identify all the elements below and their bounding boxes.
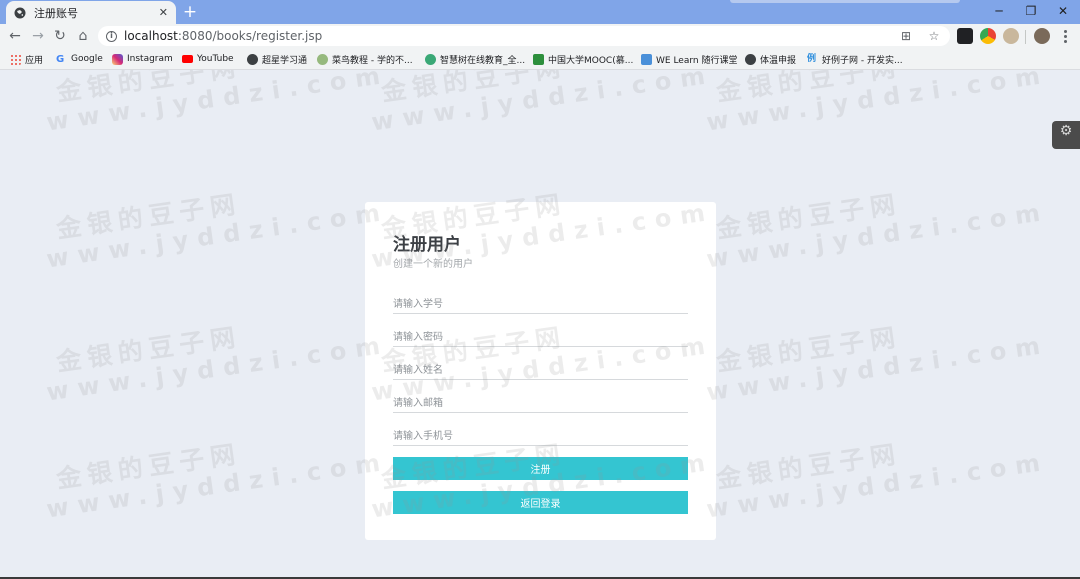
globe-icon xyxy=(14,7,26,18)
watermark: 金银的豆子网www.jyddzi.com xyxy=(704,189,1051,274)
new-tab-button[interactable]: + xyxy=(180,2,200,22)
watermark: 金银的豆子网www.jyddzi.com xyxy=(44,439,391,524)
bookmark-label: 好例子网 - 开发实... xyxy=(822,55,903,66)
student-id-input[interactable] xyxy=(393,283,688,314)
welearn-icon xyxy=(641,53,652,65)
bookmark-label: Instagram xyxy=(127,54,173,64)
bookmark-zhihuishu[interactable]: 智慧树在线教育_全... xyxy=(425,52,525,66)
page-subtitle: 创建一个新的用户 xyxy=(393,259,473,270)
bookmark-star-icon[interactable]: ☆ xyxy=(926,28,942,44)
chrome-extension-icon[interactable] xyxy=(980,28,996,44)
apps-grid-icon xyxy=(10,53,21,65)
instagram-icon xyxy=(112,53,123,65)
titlebar-notch xyxy=(730,0,960,3)
browser-titlebar: 注册账号 ✕ + ─ ❐ ✕ xyxy=(0,0,1080,24)
avatar[interactable] xyxy=(1034,28,1050,44)
home-icon[interactable]: ⌂ xyxy=(74,27,92,45)
address-bar[interactable]: i localhost:8080/books/register.jsp ⊞ ☆ xyxy=(98,26,950,46)
bookmark-label: 智慧树在线教育_全... xyxy=(440,55,526,66)
bookmark-label: YouTube xyxy=(197,54,234,64)
watermark: 金银的豆子网www.jyddzi.com xyxy=(44,322,391,407)
browser-tab[interactable]: 注册账号 ✕ xyxy=(6,1,176,24)
haolizi-icon: 例 xyxy=(807,53,817,64)
runoob-icon xyxy=(317,53,328,65)
bookmark-label: 超星学习通 xyxy=(262,55,308,66)
page-title: 注册用户 xyxy=(393,235,461,255)
bookmark-runoob[interactable]: 菜鸟教程 - 学的不... xyxy=(317,52,413,66)
restore-button[interactable]: ❐ xyxy=(1014,0,1048,22)
globe-icon xyxy=(247,53,258,65)
address-path: :8080/books/register.jsp xyxy=(177,29,323,43)
minimize-button[interactable]: ─ xyxy=(982,0,1016,22)
toolbar-divider xyxy=(1025,30,1026,44)
back-to-login-button[interactable]: 返回登录 xyxy=(393,491,688,514)
back-arrow-icon[interactable]: ← xyxy=(6,27,24,45)
youtube-icon xyxy=(182,55,193,63)
bookmark-label: 中国大学MOOC(慕... xyxy=(548,55,634,66)
globe-icon xyxy=(745,53,756,65)
phone-input[interactable] xyxy=(393,415,688,446)
google-icon: G xyxy=(56,53,65,65)
bookmark-label: 体温申报 xyxy=(760,55,797,66)
bookmark-haolizi[interactable]: 例 好例子网 - 开发实... xyxy=(807,52,903,66)
tab-close-icon[interactable]: ✕ xyxy=(159,7,168,18)
watermark: 金银的豆子网www.jyddzi.com xyxy=(44,70,391,137)
bookmark-label: WE Learn 随行课堂 xyxy=(656,55,738,66)
bookmark-temperature[interactable]: 体温申报 xyxy=(745,52,796,66)
bookmarks-bar: 应用 G Google Instagram YouTube 超星学习通 菜鸟教程… xyxy=(0,48,1080,70)
watermark: 金银的豆子网www.jyddzi.com xyxy=(369,70,716,137)
register-card: 注册用户 创建一个新的用户 注册 返回登录 xyxy=(365,202,716,540)
address-host: localhost xyxy=(124,29,178,43)
watermark: 金银的豆子网www.jyddzi.com xyxy=(704,439,1051,524)
password-input[interactable] xyxy=(393,316,688,347)
register-button[interactable]: 注册 xyxy=(393,457,688,480)
reload-icon[interactable]: ↻ xyxy=(51,27,69,45)
bookmark-google[interactable]: G Google xyxy=(56,52,103,66)
extension-icon[interactable] xyxy=(957,28,973,44)
translate-icon[interactable]: ⊞ xyxy=(898,28,914,44)
browser-toolbar: ← → ↻ ⌂ i localhost:8080/books/register.… xyxy=(0,24,1080,48)
info-icon[interactable]: i xyxy=(106,30,117,42)
bookmark-label: Google xyxy=(71,54,103,64)
mooc-icon xyxy=(533,53,544,65)
name-input[interactable] xyxy=(393,349,688,380)
gear-icon[interactable]: ⚙ xyxy=(1052,121,1080,149)
watermark: 金银的豆子网www.jyddzi.com xyxy=(704,322,1051,407)
watermark: 金银的豆子网www.jyddzi.com xyxy=(44,189,391,274)
window-close-button[interactable]: ✕ xyxy=(1046,0,1080,22)
zhihuishu-icon xyxy=(425,53,436,65)
bookmark-welearn[interactable]: WE Learn 随行课堂 xyxy=(641,52,737,66)
bookmark-apps[interactable]: 应用 xyxy=(10,52,43,66)
forward-arrow-icon[interactable]: → xyxy=(29,27,47,45)
email-input[interactable] xyxy=(393,382,688,413)
bookmark-label: 应用 xyxy=(25,55,44,66)
page-content: ⚙ 注册用户 创建一个新的用户 注册 返回登录 金银的豆子网www.jyddzi… xyxy=(0,70,1080,579)
bookmark-youtube[interactable]: YouTube xyxy=(182,52,234,66)
menu-dots-icon[interactable] xyxy=(1058,28,1072,44)
tab-title: 注册账号 xyxy=(34,6,78,20)
bookmark-chaoxing[interactable]: 超星学习通 xyxy=(247,52,307,66)
bookmark-label: 菜鸟教程 - 学的不... xyxy=(332,55,413,66)
profile-extension-icon[interactable] xyxy=(1003,28,1019,44)
watermark: 金银的豆子网www.jyddzi.com xyxy=(704,70,1051,137)
bookmark-instagram[interactable]: Instagram xyxy=(112,52,173,66)
bookmark-mooc[interactable]: 中国大学MOOC(慕... xyxy=(533,52,633,66)
